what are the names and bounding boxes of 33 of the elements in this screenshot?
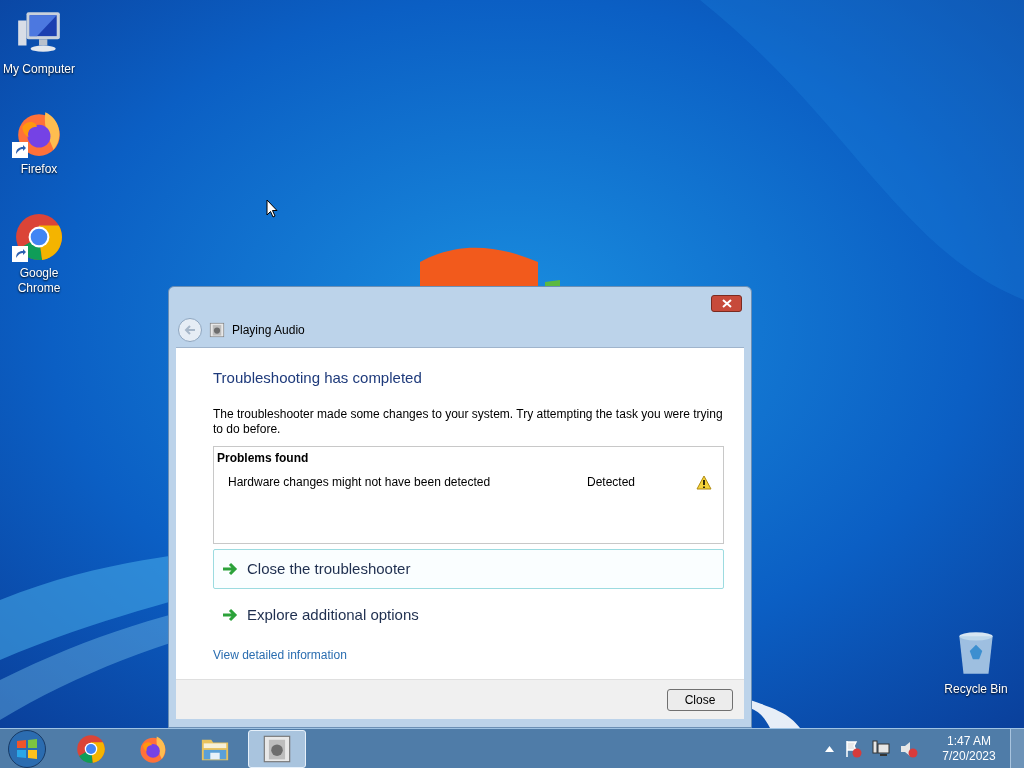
option-link[interactable]: Close the troubleshooter bbox=[213, 549, 724, 589]
arrow-icon bbox=[222, 608, 238, 622]
problem-status: Detected bbox=[587, 474, 637, 491]
start-button[interactable] bbox=[8, 729, 46, 768]
arrow-icon bbox=[222, 562, 238, 576]
detail-link[interactable]: View detailed information bbox=[213, 646, 347, 664]
back-arrow-icon bbox=[184, 325, 196, 335]
clock[interactable]: 1:47 AM 7/20/2023 bbox=[938, 733, 1000, 764]
chrome-icon[interactable] bbox=[14, 212, 64, 262]
speaker-box-icon bbox=[262, 733, 292, 764]
close-icon bbox=[721, 299, 732, 308]
warning-icon bbox=[696, 474, 712, 490]
chrome-icon bbox=[76, 733, 106, 764]
network-error-icon[interactable] bbox=[872, 739, 890, 758]
flag-error-icon[interactable] bbox=[844, 739, 862, 758]
close-dialog-button[interactable]: Close bbox=[667, 688, 733, 711]
speaker-muted-icon[interactable] bbox=[900, 739, 918, 758]
problem-name: Hardware changes might not have been detected bbox=[228, 474, 492, 491]
icon-label: Google Chrome bbox=[16, 266, 62, 296]
icon-label: Recycle Bin bbox=[943, 682, 1009, 697]
message: The troubleshooter made some changes to your system. Try attempting the task you were trying to do before. bbox=[213, 407, 724, 437]
windows-logo-icon bbox=[16, 738, 38, 759]
icon-label: My Computer bbox=[2, 62, 76, 77]
tray-expand-icon[interactable] bbox=[825, 745, 834, 752]
heading: Troubleshooting has completed bbox=[213, 368, 423, 388]
window-title: Playing Audio bbox=[232, 322, 305, 339]
close-button[interactable] bbox=[711, 295, 742, 312]
taskbar-speaker-box-button[interactable] bbox=[248, 729, 306, 768]
speaker-box-icon bbox=[209, 322, 225, 338]
problems-title: Problems found bbox=[217, 450, 310, 467]
option-link[interactable]: Explore additional options bbox=[213, 595, 724, 635]
icon-label: Firefox bbox=[19, 162, 59, 177]
cursor-icon bbox=[266, 199, 278, 218]
